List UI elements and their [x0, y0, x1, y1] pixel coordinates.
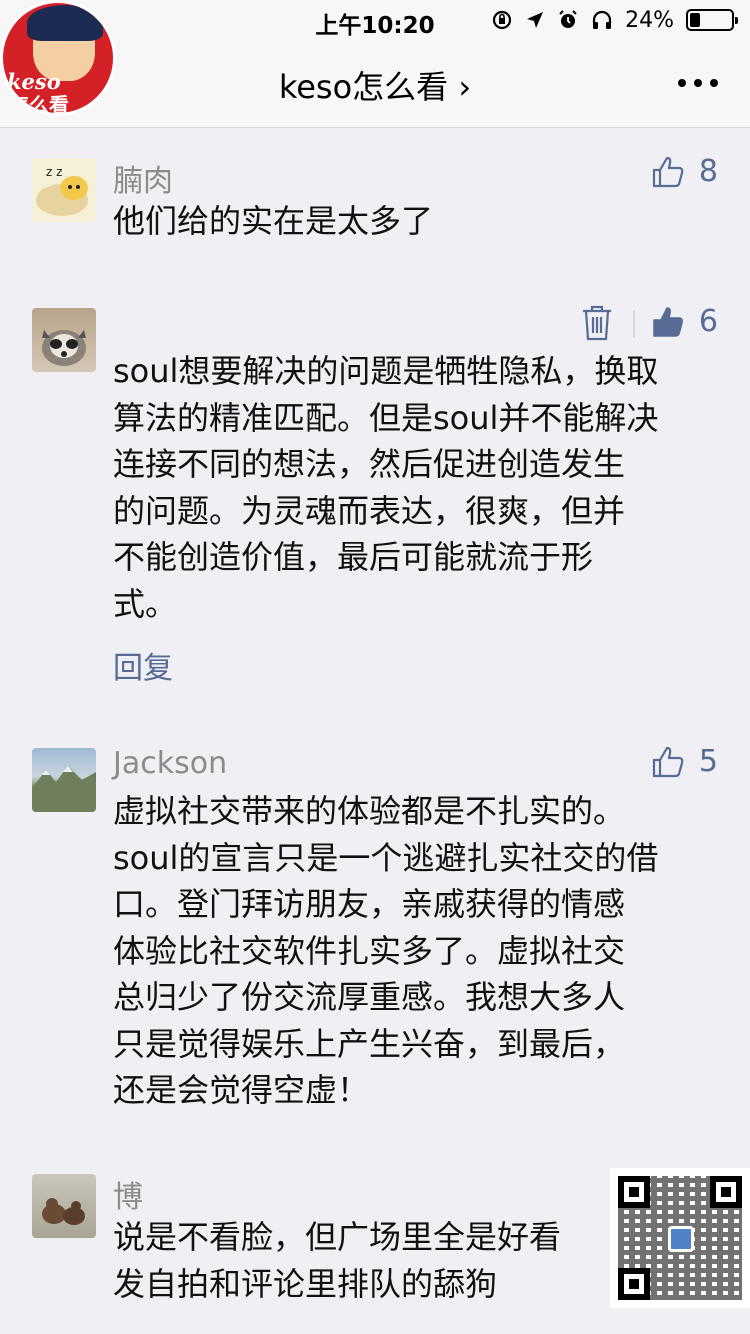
comment-line: 口。登门拜访朋友，亲戚获得的情感: [113, 885, 626, 923]
avatar[interactable]: [32, 308, 96, 372]
comment-line: 总归少了份交流厚重感。我想大多人: [113, 978, 626, 1016]
comment-line: 式。: [113, 584, 178, 623]
comment-line: 体验比社交软件扎实多了。虚拟社交: [113, 931, 626, 970]
divider: [633, 310, 635, 338]
status-bar: 上午10:20 24%: [0, 0, 750, 40]
battery-percent: 24%: [625, 7, 674, 33]
comment-line: 还是会觉得空虚！: [113, 1071, 370, 1109]
comment-line: 虚拟社交带来的体验都是不扎实的。: [113, 792, 626, 830]
location-arrow-icon: [527, 12, 544, 28]
reply-button[interactable]: 回复: [113, 643, 173, 687]
comment-author: 腩肉: [113, 164, 173, 199]
thumbs-up-filled-icon: [653, 306, 683, 337]
like-button[interactable]: 6: [651, 304, 718, 339]
like-button[interactable]: 5: [651, 744, 718, 779]
thumbs-up-icon: [652, 746, 684, 777]
comment-line: soul的宣言只是一个逃避扎实社交的借: [113, 838, 659, 877]
comment-text: soul想要解决的问题是牺牲隐私，换取 算法的精准匹配。但是soul并不能解决 …: [113, 348, 723, 627]
logo-text-cn: 怎么看: [9, 93, 69, 116]
avatar[interactable]: z z: [32, 158, 96, 222]
avatar[interactable]: [32, 748, 96, 812]
thumbs-up-icon: [652, 156, 684, 187]
comment-text: 他们给的实在是太多了: [113, 198, 723, 245]
comment-author: Jackson: [113, 746, 228, 781]
comment-line: 不能创造价值，最后可能就流于形: [113, 538, 594, 576]
comment-line: 他们给的实在是太多了: [113, 202, 434, 240]
comment-line: 连接不同的想法，然后促进创造发生: [113, 445, 626, 483]
like-button[interactable]: 8: [651, 154, 718, 189]
like-count: 6: [698, 304, 718, 339]
status-icons: 24%: [491, 7, 738, 33]
comment-line: 的问题。为灵魂而表达，很爽，但并: [113, 491, 626, 530]
headphones-icon: [592, 10, 612, 29]
comment-line: 只是觉得娱乐上产生兴奋，到最后，: [113, 1024, 626, 1063]
more-options-button[interactable]: [674, 66, 722, 100]
alarm-icon: [559, 10, 577, 28]
battery-icon: [686, 9, 738, 31]
qr-logo-icon: [668, 1226, 694, 1252]
delete-icon[interactable]: [580, 305, 614, 341]
comment-author: 博: [113, 1180, 143, 1215]
orientation-lock-icon: [492, 10, 512, 30]
qr-code: [610, 1168, 750, 1308]
like-count: 8: [698, 154, 718, 189]
comment-line: soul想要解决的问题是牺牲隐私，换取: [113, 352, 659, 390]
comment-text: 虚拟社交带来的体验都是不扎实的。 soul的宣言只是一个逃避扎实社交的借 口。登…: [113, 788, 723, 1114]
account-logo[interactable]: keso 怎么看: [0, 0, 116, 116]
svg-text:z z: z z: [46, 165, 62, 179]
comment-line: 算法的精准匹配。但是soul并不能解决: [113, 398, 659, 437]
like-count: 5: [698, 744, 718, 779]
avatar[interactable]: [32, 1174, 96, 1238]
